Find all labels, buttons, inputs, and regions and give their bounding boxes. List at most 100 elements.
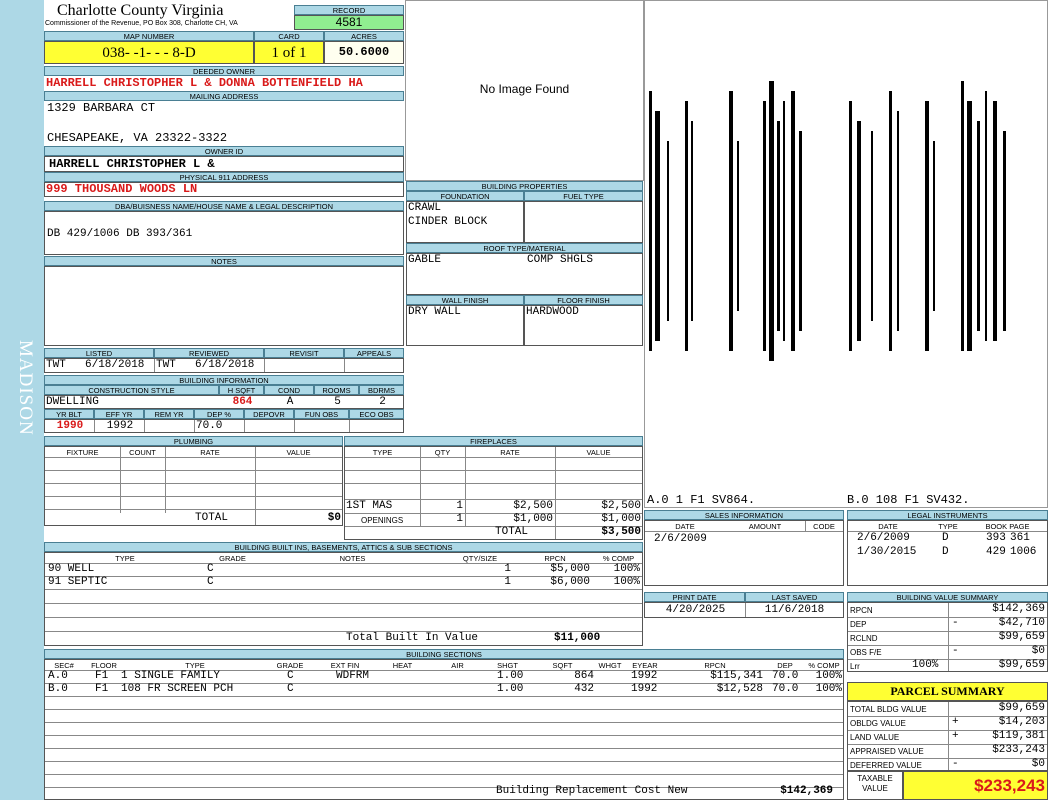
print-date: 4/20/2025 [665, 604, 726, 616]
last-saved-header: LAST SAVED [745, 592, 844, 602]
owner-id-box: HARRELL CHRISTOPHER L & [44, 156, 404, 172]
section-b-floor: F1 [95, 683, 109, 695]
section-a-type: 1 SINGLE FAMILY [121, 670, 221, 682]
fireplace-row-1-qty: 1 [456, 500, 463, 512]
print-date-header: PRINT DATE [644, 592, 745, 602]
legal-row-2-date: 1/30/2015 [857, 546, 917, 558]
ps-obldg-value: $14,203 [998, 716, 1045, 728]
physical-address-box: 999 THOUSAND WOODS LN [44, 182, 404, 197]
record-header: RECORD [294, 5, 404, 15]
effyr-value: 1992 [106, 420, 134, 432]
fireplace-row-2-qty: 1 [456, 513, 463, 525]
vs-lrr-label: Lrr [850, 662, 860, 671]
building-sections-header: BUILDING SECTIONS [44, 649, 844, 659]
vs-obs-value: $0 [1031, 645, 1045, 657]
construction-style-header: CONSTRUCTION STYLE [44, 385, 219, 395]
builtins-total: $11,000 [554, 632, 601, 644]
appeals-header: APPEALS [344, 348, 404, 358]
builtin-row-2-comp: 100% [613, 576, 640, 588]
floor-finish: HARDWOOD [526, 306, 579, 318]
funobs-header: FUN OBS [294, 409, 349, 419]
vs-dep-value: $42,710 [998, 617, 1045, 629]
section-a-dep: 70.0 [772, 670, 799, 682]
ps-total-bldg-label: TOTAL BLDG VALUE [850, 705, 927, 714]
fireplace-row-2-type: OPENINGS [361, 516, 404, 525]
fireplaces-table: TYPE QTY RATE VALUE 1ST MAS 1 $2,500 $2,… [344, 446, 643, 540]
section-b-dep: 70.0 [772, 683, 799, 695]
builtin-row-1-rpcn: $5,000 [550, 563, 590, 575]
taxable-value: $233,243 [974, 776, 1045, 795]
parcel-summary-table: TOTAL BLDG VALUE $99,659 OBLDG VALUE + $… [847, 701, 1048, 771]
district-label: MADISON [15, 340, 36, 436]
owner-id: HARRELL CHRISTOPHER L & [49, 157, 215, 171]
builtins-header: BUILDING BUILT INS, BASEMENTS, ATTICS & … [44, 542, 643, 552]
legal-row-1-date: 2/6/2009 [857, 532, 910, 544]
section-b-sqft: 432 [574, 683, 594, 695]
building-info-header: BUILDING INFORMATION [44, 375, 404, 385]
section-a-sec: A.0 [48, 670, 68, 682]
foundation-header: FOUNDATION [406, 191, 524, 201]
section-a-rpcn: $115,341 [710, 670, 763, 682]
vs-lrr-pct: 100% [912, 659, 939, 671]
physical-address: 999 THOUSAND WOODS LN [46, 182, 198, 196]
vs-rclnd-value: $99,659 [998, 631, 1045, 643]
remyr-header: REM YR [144, 409, 194, 419]
acres-header: ACRES [324, 31, 404, 41]
owner-id-header: OWNER ID [44, 146, 404, 156]
section-a-eyear: 1992 [631, 670, 658, 682]
wall-finish-box: DRY WALL [406, 305, 524, 346]
builtin-row-1-comp: 100% [613, 563, 640, 575]
builtins-total-label: Total Built In Value [346, 632, 479, 644]
print-row: 4/20/2025 11/6/2018 [644, 602, 844, 618]
acres-value: 50.6000 [338, 45, 390, 59]
sketch-distorted-label-b [849, 81, 1006, 351]
foundation-box: CRAWL CINDER BLOCK [406, 201, 524, 243]
fireplace-total-label: TOTAL [495, 526, 529, 538]
roof-box: GABLE COMP SHGLS [406, 253, 643, 295]
deeded-owner: HARRELL CHRISTOPHER L & DONNA BOTTENFIEL… [46, 77, 363, 90]
mailing-line-1: 1329 BARBARA CT [47, 101, 156, 115]
fireplace-row-2-rate: $1,000 [513, 513, 553, 525]
sketch-frame: A.0 1 F1 SV864. B.0 108 F1 SV432. [644, 0, 1048, 508]
rooms-header: ROOMS [314, 385, 359, 395]
legal-row-2-book: 429 [986, 546, 1006, 558]
building-info-row1: DWELLING 864 A 5 2 [44, 395, 404, 409]
ecoobs-header: ECO OBS [349, 409, 404, 419]
section-b-grade: C [287, 683, 294, 695]
foundation-2: CINDER BLOCK [408, 216, 488, 228]
card-header: CARD [254, 31, 324, 41]
no-image-text: No Image Found [479, 82, 570, 96]
commissioner-line: Commissioner of the Revenue, PO Box 308,… [45, 20, 238, 27]
plumbing-total-label: TOTAL [195, 512, 229, 524]
section-b-rpcn: $12,528 [716, 683, 763, 695]
replacement-cost-value: $142,369 [780, 785, 833, 797]
effyr-header: EFF YR [94, 409, 144, 419]
builtin-row-2-type: 91 SEPTIC [48, 576, 108, 588]
taxable-label-box: TAXABLE VALUE [847, 771, 903, 800]
plumbing-table: FIXTURE COUNT RATE VALUE TOTAL $0 [44, 446, 343, 526]
ps-appraised-label: APPRAISED VALUE [850, 747, 924, 756]
legal-row-2-page: 1006 [1010, 546, 1037, 558]
section-b-eyear: 1992 [631, 683, 658, 695]
ps-total-bldg-value: $99,659 [998, 702, 1045, 714]
ps-land-value: $119,381 [992, 730, 1045, 742]
record-box: 4581 [294, 15, 404, 30]
mailing-line-2: CHESAPEAKE, VA 23322-3322 [47, 131, 228, 145]
revisit-header: REVISIT [264, 348, 344, 358]
vs-dep-label: DEP [850, 620, 867, 629]
mailing-address-header: MAILING ADDRESS [44, 91, 404, 101]
last-saved-date: 11/6/2018 [764, 604, 825, 616]
taxable-label-2: VALUE [862, 784, 888, 793]
fireplace-row-1-type: 1ST MAS [346, 500, 393, 512]
vs-rclnd-label: RCLND [850, 634, 878, 643]
legal-instruments-table: DATE TYPE BOOK PAGE 2/6/2009 D 393 361 1… [847, 520, 1048, 586]
record-number: 4581 [335, 15, 363, 29]
section-a-shgt: 1.00 [497, 670, 524, 682]
builtin-row-2-qty: 1 [504, 576, 511, 588]
fireplaces-header: FIREPLACES [344, 436, 643, 446]
vs-rpcn-label: RPCN [850, 606, 873, 615]
map-number-box: 038- -1- - - 8-D [44, 41, 254, 64]
ps-land-label: LAND VALUE [850, 733, 900, 742]
fuel-type-box [524, 201, 643, 243]
section-a-grade: C [287, 670, 294, 682]
